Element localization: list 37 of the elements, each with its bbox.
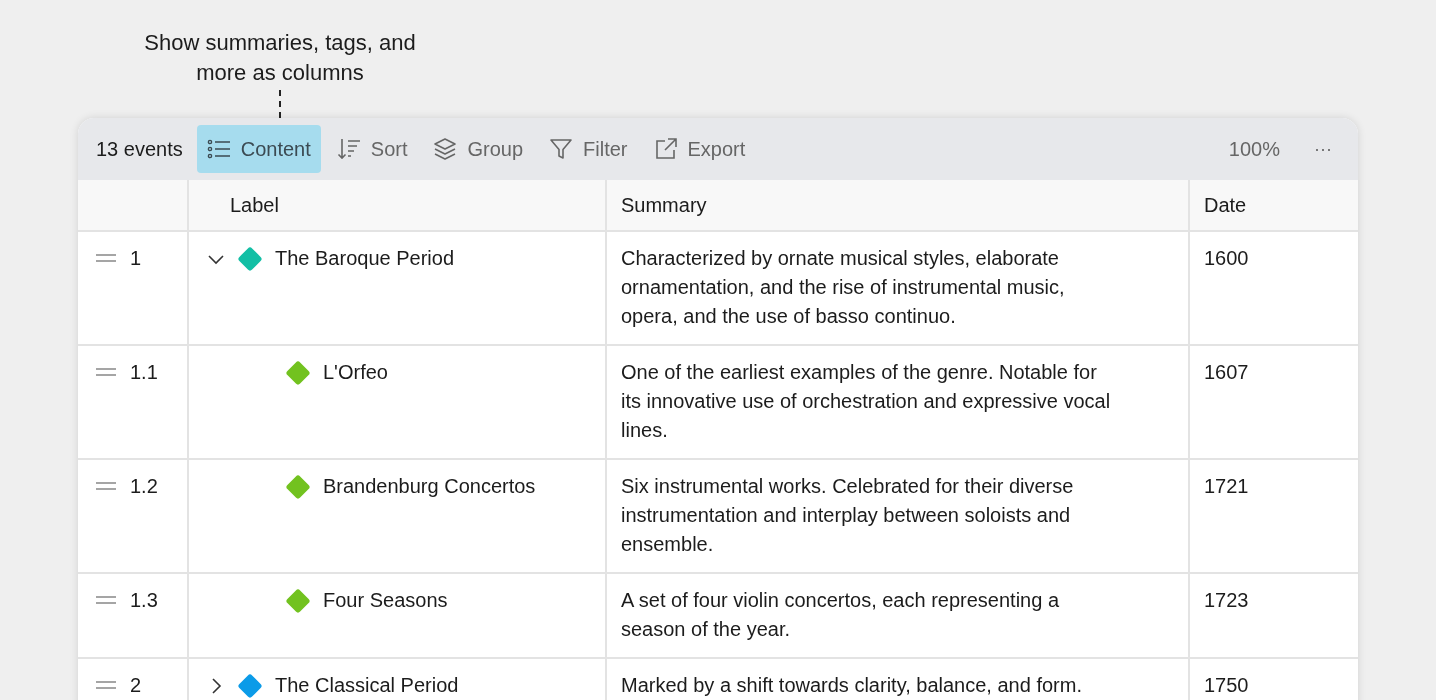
layers-icon [433,137,458,161]
summary-text: A set of four violin concertos, each representing a season of the year. [621,588,1061,642]
row-number: 1.2 [130,474,158,499]
summary-text: Characterized by ornate musical styles, elaborate ornamentation, and the rise of instrumental music, opera, and the use of basso continuo. [621,246,1066,329]
row-number: 1.3 [130,588,158,613]
toolbar-button[interactable]: Content [196,125,321,173]
callout-text: Show summaries, tags, and more as columns [143,29,417,87]
more-button[interactable]: ··· [1306,138,1340,160]
toolbar-button[interactable]: Group [423,125,534,173]
export-icon [653,137,678,161]
event-label: The Baroque Period [275,246,454,271]
column-header: Label [189,180,607,232]
toolbar-button[interactable]: Filter [539,125,638,173]
date-text: 1723 [1204,589,1249,611]
event-label: L'Orfeo [323,360,388,385]
column-header: Date [1190,180,1358,232]
date-text: 1721 [1204,475,1249,497]
event-label: Four Seasons [323,588,448,613]
summary-text: One of the earliest examples of the genre. Notable for its innovative use of orchestration and expressive vocal lines. [621,360,1112,443]
list-icon [206,137,231,161]
summary-text: Marked by a shift towards clarity, balance, and form. [621,673,1083,698]
toolbar-button[interactable]: Export [643,125,756,173]
sort-icon [336,137,361,161]
zoom-level: 100% [1228,137,1280,161]
date-text: 1607 [1204,361,1249,383]
summary-text: Six instrumental works. Celebrated for their diverse instrumentation and interplay between soloists and ensemble. [621,474,1075,557]
row-number: 2 [130,673,142,698]
toolbar-button[interactable]: Sort [326,125,418,173]
date-text: 1750 [1204,674,1249,696]
filter-icon [549,137,574,161]
column-header: Summary [607,180,1190,232]
row-number: 1.1 [130,360,158,385]
row-number: 1 [130,246,142,271]
event-count: 13 events [96,137,183,161]
event-label: Brandenburg Concertos [323,474,536,499]
date-text: 1600 [1204,247,1249,269]
event-label: The Classical Period [275,673,459,698]
